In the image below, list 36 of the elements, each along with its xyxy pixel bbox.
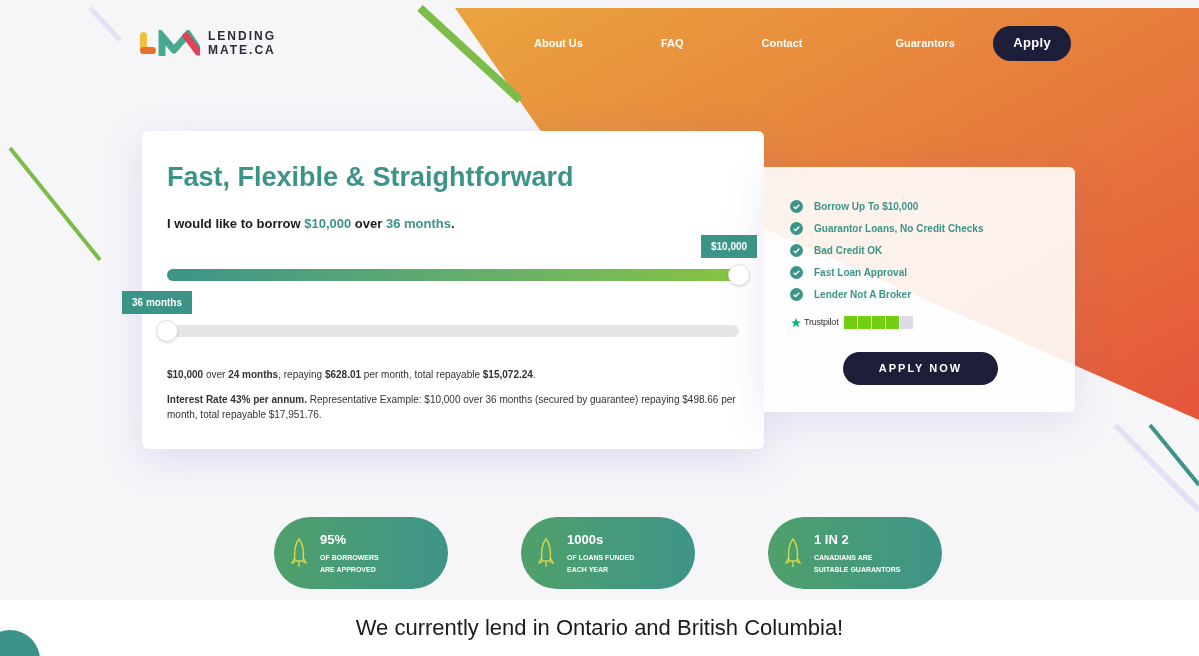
stat-value: 1000s — [567, 531, 605, 550]
rocket-icon — [290, 537, 308, 569]
stat-value: 95% — [320, 531, 348, 550]
nav-link[interactable]: Contact — [761, 34, 803, 52]
trustpilot-label: Trustpilot — [804, 316, 839, 329]
logo-icon — [140, 30, 200, 56]
loan-summary: $10,000 over 24 months, repaying $628.01 per month, total repayable $15,072.24. — [167, 368, 537, 382]
feature-text: Bad Credit OK — [814, 244, 883, 258]
feature-text: Fast Loan Approval — [814, 266, 907, 280]
nav-link[interactable]: FAQ — [660, 34, 684, 52]
logo-text: LENDING — [208, 29, 276, 43]
slider-thumb[interactable] — [728, 264, 750, 286]
section-heading: We currently lend in Ontario and British Columbia! — [355, 614, 844, 642]
check-icon — [790, 222, 803, 235]
feature-text: Guarantor Loans, No Credit Checks — [814, 222, 984, 236]
apply-now-button[interactable]: APPLY NOW — [843, 351, 998, 385]
rocket-icon — [537, 537, 555, 569]
check-icon — [790, 244, 803, 257]
check-icon — [790, 200, 803, 213]
interest-disclaimer: Interest Rate 43% per annum. Representative Example: $10,000 over 36 months (secured by guarantee) repaying $498.66 per month, total repayable $17,951.76. — [167, 393, 737, 422]
nav-link[interactable]: About Us — [534, 34, 583, 52]
check-icon — [790, 266, 803, 279]
logo-text: MATE.CA — [208, 43, 276, 57]
nav-link[interactable]: Guarantors — [895, 34, 955, 52]
logo[interactable]: LENDING MATE.CA — [140, 29, 276, 57]
star-icon — [790, 316, 802, 329]
feature-text: Borrow Up To $10,000 — [814, 200, 919, 214]
check-icon — [790, 288, 803, 301]
borrow-sentence: I would like to borrow $10,000 over 36 months. — [167, 214, 456, 233]
slider-thumb[interactable] — [156, 320, 178, 342]
feature-text: Lender Not A Broker — [814, 288, 912, 302]
slider-value-tooltip: 36 months — [122, 291, 192, 314]
calculator-title: Fast, Flexible & Straightforward — [167, 161, 575, 194]
slider-value-tooltip: $10,000 — [701, 235, 758, 258]
stat-value: 1 IN 2 — [814, 531, 850, 550]
rocket-icon — [784, 537, 802, 569]
